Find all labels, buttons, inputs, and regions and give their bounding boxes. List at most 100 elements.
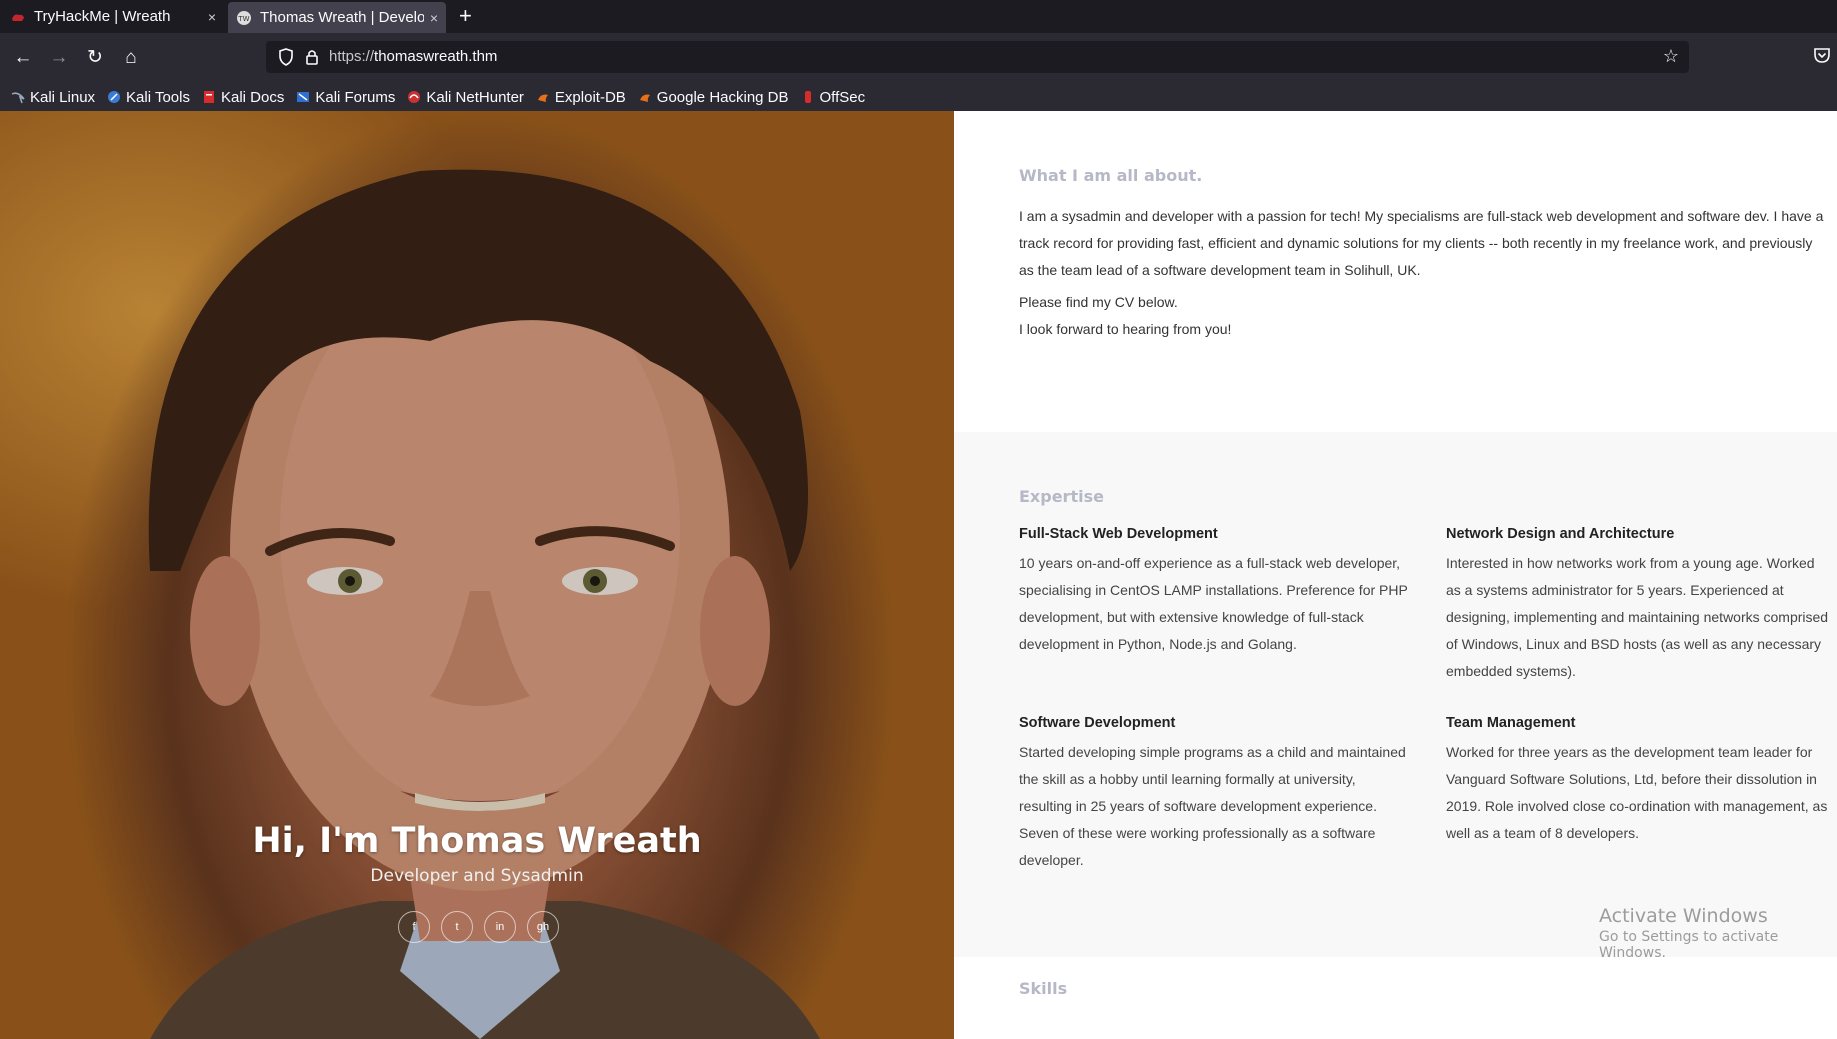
bookmark-label: Kali Linux — [30, 88, 96, 106]
exploitdb-icon — [537, 94, 548, 102]
text-line: as a systems administrator for 5 years. … — [1446, 582, 1784, 598]
text-line: the skill as a hobby until learning form… — [1019, 771, 1356, 787]
site-favicon-icon: TW — [237, 10, 251, 25]
expertise-heading: Full-Stack Web Development — [1019, 526, 1218, 542]
text-line: of Windows, Linux and BSD hosts (as well… — [1446, 636, 1822, 652]
address-bar[interactable]: https://thomaswreath.thm ☆ — [266, 41, 1689, 73]
tab-thomas-wreath[interactable]: TW Thomas Wreath | Develop × — [228, 2, 446, 33]
text-line: Started developing simple programs as a … — [1019, 744, 1406, 760]
text-line: Worked for three years as the developmen… — [1446, 744, 1813, 760]
nethunter-icon — [408, 91, 421, 103]
bookmark-kali-nethunter[interactable]: Kali NetHunter — [407, 89, 524, 106]
facebook-icon[interactable]: f — [398, 911, 430, 943]
navigation-toolbar: ← → ↻ ⌂ https://thomaswreath.thm ☆ — [0, 33, 1837, 83]
bookmark-offsec[interactable]: OffSec — [801, 88, 866, 106]
text-line: as the team lead of a software developme… — [1019, 262, 1421, 278]
bookmark-kali-forums[interactable]: Kali Forums — [296, 89, 395, 106]
bookmark-star-icon[interactable]: ☆ — [1663, 46, 1679, 67]
tab-tryhackme[interactable]: TryHackMe | Wreath × — [2, 0, 224, 33]
pocket-icon[interactable] — [1813, 46, 1831, 64]
close-tab-icon[interactable]: × — [430, 10, 438, 26]
reload-button[interactable]: ↻ — [82, 45, 108, 71]
back-button[interactable]: ← — [10, 45, 36, 71]
expertise-text: Started developing simple programs as a … — [1019, 739, 1434, 874]
watermark-line-1: Activate Windows — [1599, 905, 1768, 927]
text-line: development, but with extensive knowledg… — [1019, 609, 1364, 625]
expertise-text: Interested in how networks work from a y… — [1446, 550, 1837, 685]
close-tab-icon[interactable]: × — [208, 9, 216, 25]
text-line: well as a team of 8 developers. — [1446, 825, 1639, 841]
text-line: 2019. Role involved close co-ordination … — [1446, 798, 1828, 814]
tryhackme-icon — [12, 14, 24, 21]
new-tab-button[interactable]: + — [459, 4, 472, 28]
url-scheme: https:// — [329, 48, 375, 65]
about-section: What I am all about. I am a sysadmin and… — [954, 111, 1837, 432]
text-line: Please find my CV below. — [1019, 294, 1178, 310]
text-line: 10 years on-and-off experience as a full… — [1019, 555, 1401, 571]
text-line: development in Python, Node.js and Golan… — [1019, 636, 1297, 652]
url-host: thomaswreath.thm — [374, 48, 498, 65]
text-line: specialising in CentOS LAMP installation… — [1019, 582, 1408, 598]
bookmark-label: Exploit-DB — [554, 88, 626, 106]
tracking-shield-icon[interactable] — [278, 48, 294, 66]
text-line: I look forward to hearing from you! — [1019, 321, 1232, 337]
forward-button[interactable]: → — [46, 45, 72, 71]
svg-text:TW: TW — [237, 15, 249, 23]
about-title: What I am all about. — [1019, 166, 1203, 185]
text-line: Seven of these were working professional… — [1019, 825, 1376, 841]
watermark-line-2: Go to Settings to activate Windows. — [1599, 929, 1779, 961]
offsec-icon — [804, 91, 811, 103]
about-paragraph-1: I am a sysadmin and developer with a pas… — [1019, 203, 1823, 284]
kali-icon — [11, 92, 25, 104]
bookmark-label: Google Hacking DB — [656, 88, 789, 106]
github-icon[interactable]: gh — [527, 911, 559, 943]
page-content: Hi, I'm Thomas Wreath Developer and Sysa… — [0, 111, 1837, 1039]
cv-content: What I am all about. I am a sysadmin and… — [954, 111, 1837, 1039]
bookmark-label: OffSec — [819, 88, 866, 106]
hero-subtitle: Developer and Sysadmin — [370, 866, 584, 886]
expertise-heading: Network Design and Architecture — [1446, 526, 1675, 542]
text-line: resulting in 25 years of software develo… — [1019, 798, 1377, 814]
hero-title: Hi, I'm Thomas Wreath — [252, 821, 702, 861]
bookmark-label: Kali NetHunter — [426, 88, 524, 106]
expertise-heading: Team Management — [1446, 715, 1576, 731]
expertise-heading: Software Development — [1019, 715, 1176, 731]
expertise-text: 10 years on-and-off experience as a full… — [1019, 550, 1419, 658]
expertise-text: Worked for three years as the developmen… — [1446, 739, 1837, 847]
kali-tools-icon — [108, 91, 121, 103]
kali-docs-icon — [203, 91, 214, 103]
skills-title: Skills — [1019, 979, 1068, 998]
bookmark-kali-docs[interactable]: Kali Docs — [202, 89, 284, 106]
url-text[interactable]: https://thomaswreath.thm — [329, 48, 497, 65]
social-links: f t in gh — [398, 911, 559, 943]
bookmark-label: Kali Docs — [220, 88, 285, 106]
bookmark-label: Kali Tools — [126, 88, 190, 106]
bookmark-kali-linux[interactable]: Kali Linux — [11, 89, 95, 106]
tab-title: Thomas Wreath | Develop — [260, 9, 424, 26]
bookmark-exploit-db[interactable]: Exploit-DB — [536, 89, 626, 106]
twitter-icon[interactable]: t — [441, 911, 473, 943]
tab-strip: TryHackMe | Wreath × TW Thomas Wreath | … — [0, 0, 1837, 33]
hero-section: Hi, I'm Thomas Wreath Developer and Sysa… — [0, 111, 954, 1039]
text-line: developer. — [1019, 852, 1084, 868]
lock-icon[interactable] — [304, 48, 320, 66]
bookmark-label: Kali Forums — [315, 88, 396, 106]
text-line: I am a sysadmin and developer with a pas… — [1019, 208, 1824, 224]
text-line: designing, implementing and maintaining … — [1446, 609, 1829, 625]
bookmarks-toolbar: Kali Linux Kali Tools Kali Docs Kali For… — [0, 83, 1837, 111]
hero-overlay — [0, 111, 954, 1039]
text-line: Vanguard Software Solutions, Ltd, before… — [1446, 771, 1817, 787]
windows-activation-watermark: Activate Windows Go to Settings to activ… — [1599, 905, 1837, 961]
ghdb-icon — [639, 94, 650, 102]
expertise-title: Expertise — [1019, 487, 1104, 506]
text-line: track record for providing fast, efficie… — [1019, 235, 1813, 251]
linkedin-icon[interactable]: in — [484, 911, 516, 943]
bookmark-kali-tools[interactable]: Kali Tools — [107, 89, 190, 106]
home-button[interactable]: ⌂ — [118, 45, 144, 71]
skills-section: Skills — [954, 957, 1837, 1039]
text-line: embedded systems). — [1446, 663, 1576, 679]
tab-title: TryHackMe | Wreath — [34, 8, 171, 25]
bookmark-google-hacking-db[interactable]: Google Hacking DB — [638, 89, 789, 106]
expertise-section: Expertise Full-Stack Web Development 10 … — [954, 432, 1837, 957]
kali-forums-icon — [297, 92, 310, 102]
